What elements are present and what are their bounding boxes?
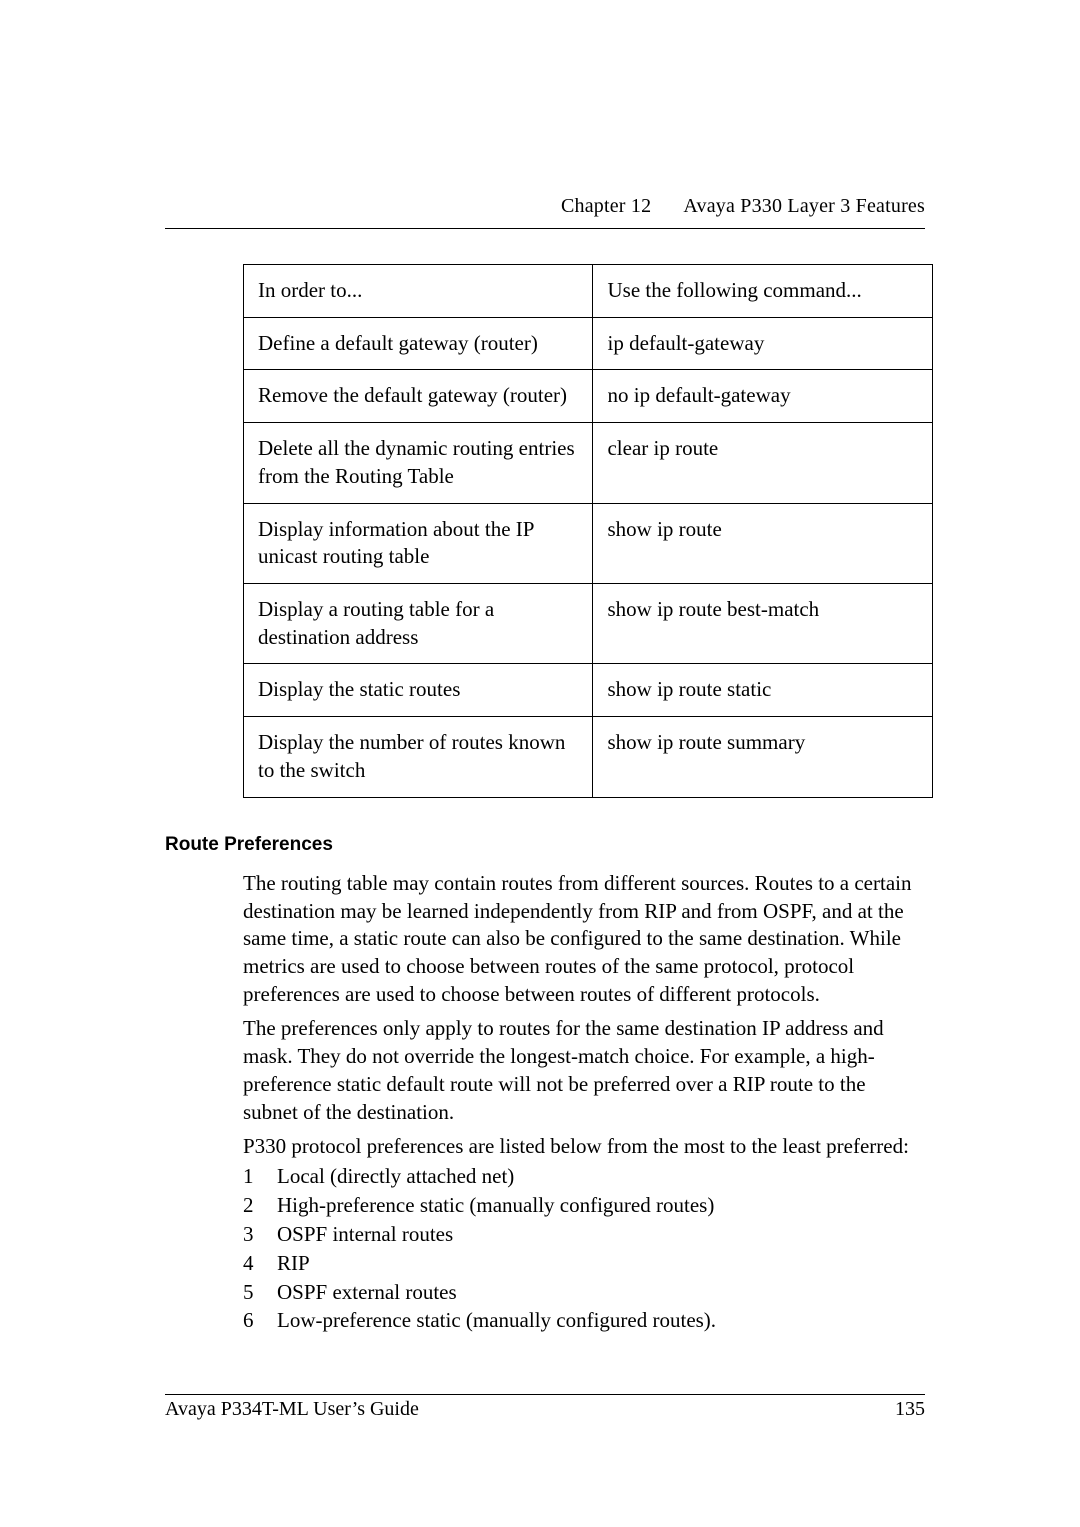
table-cell: show ip route summary — [593, 717, 933, 797]
list-item: RIP — [243, 1250, 925, 1278]
chapter-title: Avaya P330 Layer 3 Features — [683, 195, 925, 217]
table-row: Display the number of routes known to th… — [244, 717, 933, 797]
table-cell: Display the static routes — [244, 664, 593, 717]
table-cell: Delete all the dynamic routing entries f… — [244, 423, 593, 503]
list-item: Low-preference static (manually configur… — [243, 1307, 925, 1335]
table-header-cell: Use the following command... — [593, 265, 933, 318]
running-header: Chapter 12 Avaya P330 Layer 3 Features — [561, 195, 925, 218]
table-cell: Display the number of routes known to th… — [244, 717, 593, 797]
paragraph: P330 protocol preferences are listed bel… — [243, 1133, 925, 1161]
table-header-cell: In order to... — [244, 265, 593, 318]
list-item: High-preference static (manually configu… — [243, 1192, 925, 1220]
table-cell: clear ip route — [593, 423, 933, 503]
section-body: The routing table may contain routes fro… — [243, 870, 925, 1336]
table-row: Delete all the dynamic routing entries f… — [244, 423, 933, 503]
table-cell: show ip route best-match — [593, 584, 933, 664]
table-row: Define a default gateway (router) ip def… — [244, 317, 933, 370]
table-row: Display a routing table for a destinatio… — [244, 584, 933, 664]
footer-doc-title: Avaya P334T-ML User’s Guide — [165, 1398, 419, 1420]
preference-list: Local (directly attached net) High-prefe… — [243, 1163, 925, 1336]
list-item: OSPF external routes — [243, 1279, 925, 1307]
table-cell: Remove the default gateway (router) — [244, 370, 593, 423]
table-cell: Display information about the IP unicast… — [244, 503, 593, 583]
table-cell: show ip route — [593, 503, 933, 583]
paragraph: The preferences only apply to routes for… — [243, 1015, 925, 1127]
list-item: OSPF internal routes — [243, 1221, 925, 1249]
chapter-label: Chapter 12 — [561, 195, 651, 217]
page-number: 135 — [895, 1398, 925, 1421]
table-cell: show ip route static — [593, 664, 933, 717]
table-cell: Display a routing table for a destinatio… — [244, 584, 593, 664]
footer-rule — [165, 1394, 925, 1395]
table-row: Display the static routes show ip route … — [244, 664, 933, 717]
paragraph: The routing table may contain routes fro… — [243, 870, 925, 1010]
command-table: In order to... Use the following command… — [243, 264, 933, 798]
section-heading: Route Preferences — [165, 834, 925, 856]
table-row: Display information about the IP unicast… — [244, 503, 933, 583]
table-cell: ip default-gateway — [593, 317, 933, 370]
table-cell: no ip default-gateway — [593, 370, 933, 423]
page-footer: Avaya P334T-ML User’s Guide 135 — [165, 1398, 925, 1421]
header-rule — [165, 228, 925, 229]
table-cell: Define a default gateway (router) — [244, 317, 593, 370]
table-row: Remove the default gateway (router) no i… — [244, 370, 933, 423]
list-item: Local (directly attached net) — [243, 1163, 925, 1191]
table-header-row: In order to... Use the following command… — [244, 265, 933, 318]
